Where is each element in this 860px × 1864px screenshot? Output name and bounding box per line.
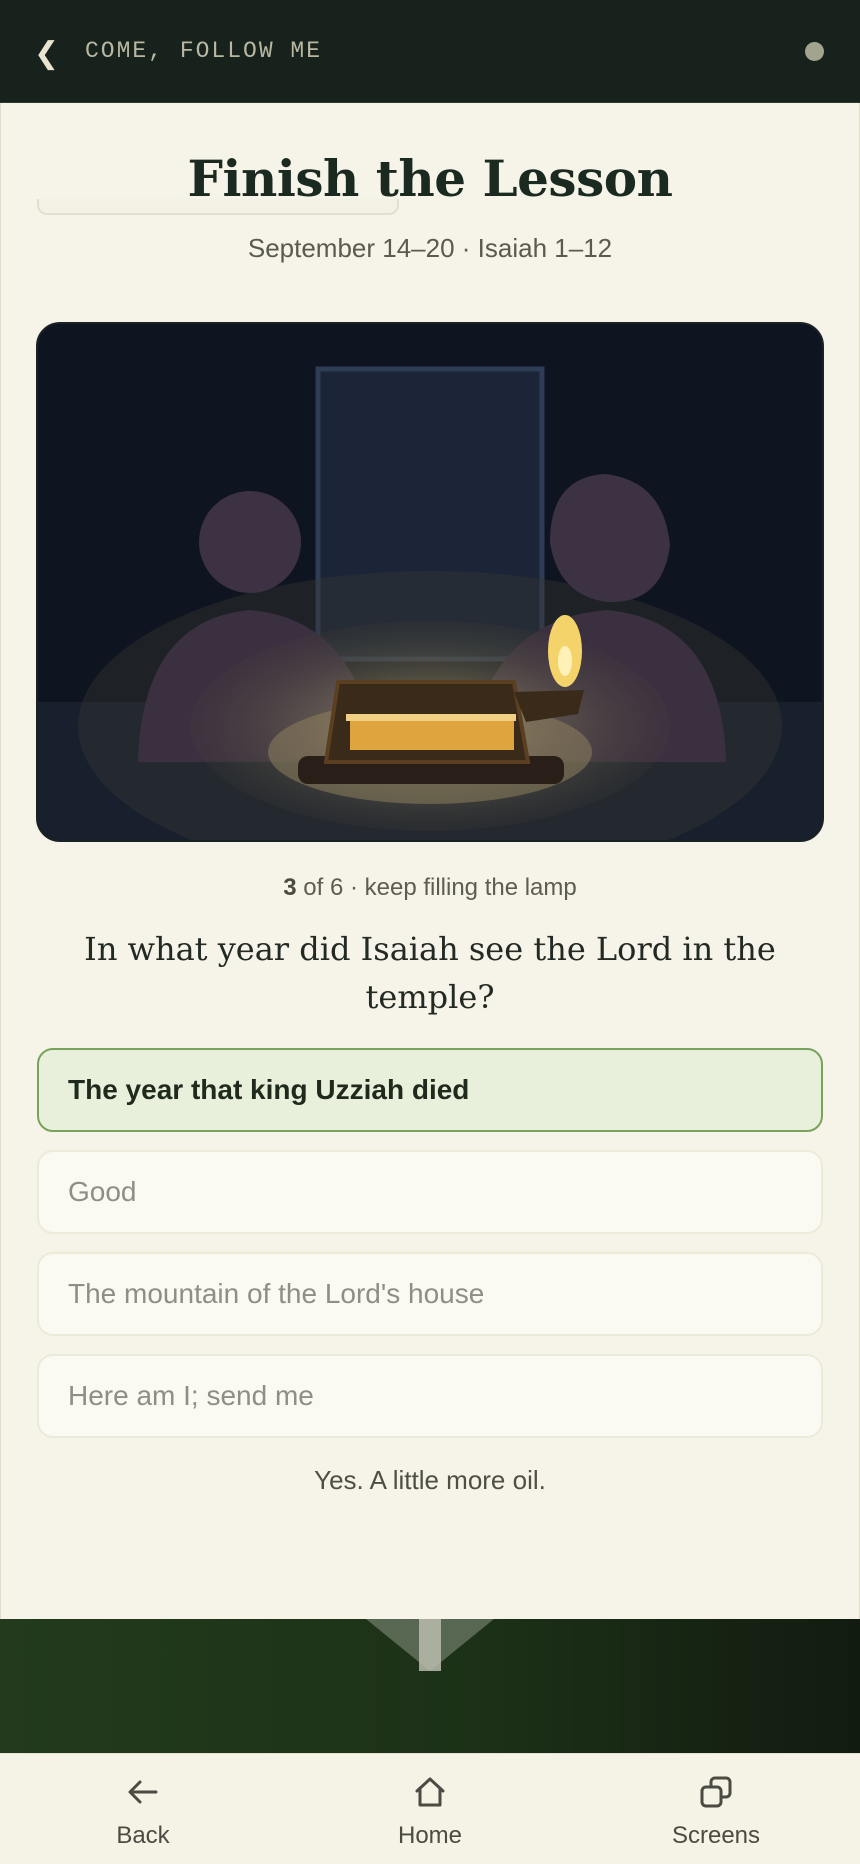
answer-option[interactable]: Good (37, 1150, 823, 1234)
option-label: Good (68, 1176, 137, 1207)
figure-left-head (199, 491, 301, 593)
answer-option[interactable]: The mountain of the Lord's house (37, 1252, 823, 1336)
lamp-illustration (36, 322, 824, 842)
flame-core (558, 646, 572, 676)
question-text: In what year did Isaiah see the Lord in … (84, 930, 776, 1016)
nav-home-button[interactable]: Home (350, 1754, 510, 1864)
app-title: COME, FOLLOW ME (85, 38, 323, 64)
oil-level (350, 716, 514, 750)
progress-current: 3 (283, 874, 297, 901)
forest-svg (366, 1619, 494, 1671)
nav-screens-button[interactable]: Screens (636, 1754, 796, 1864)
back-chevron-icon[interactable]: ❮ (34, 34, 59, 74)
bottom-nav: Back Home Screens (0, 1753, 860, 1864)
progress-text: 3 of 6 · keep filling the lamp (0, 871, 860, 905)
nav-screens-label: Screens (671, 1822, 761, 1849)
nav-back-label: Back (116, 1822, 170, 1849)
home-icon (415, 1777, 445, 1807)
answer-option-correct[interactable]: The year that king Uzziah died (37, 1048, 823, 1132)
option-label: Here am I; send me (68, 1380, 314, 1411)
option-label: The year that king Uzziah died (68, 1074, 470, 1105)
nav-back-button[interactable]: Back (63, 1754, 223, 1864)
arrow-left-icon (128, 1780, 158, 1804)
screens-icon (700, 1776, 732, 1808)
top-bar: ❮ COME, FOLLOW ME (0, 0, 860, 103)
oil-surface (346, 714, 516, 721)
status-dot (805, 42, 824, 61)
progress-rest: of 6 · keep filling the lamp (296, 874, 577, 901)
forest-banner (0, 1619, 860, 1753)
lesson-subtitle: September 14–20 · Isaiah 1–12 (247, 233, 613, 263)
answer-option[interactable]: Here am I; send me (37, 1354, 823, 1438)
lamp-scene-svg (38, 324, 822, 840)
option-label: The mountain of the Lord's house (68, 1278, 485, 1309)
light-beam (419, 1619, 441, 1671)
page-title: Finish the Lesson (187, 149, 673, 208)
feedback-text: Yes. A little more oil. (314, 1465, 546, 1495)
nav-home-label: Home (397, 1822, 463, 1849)
